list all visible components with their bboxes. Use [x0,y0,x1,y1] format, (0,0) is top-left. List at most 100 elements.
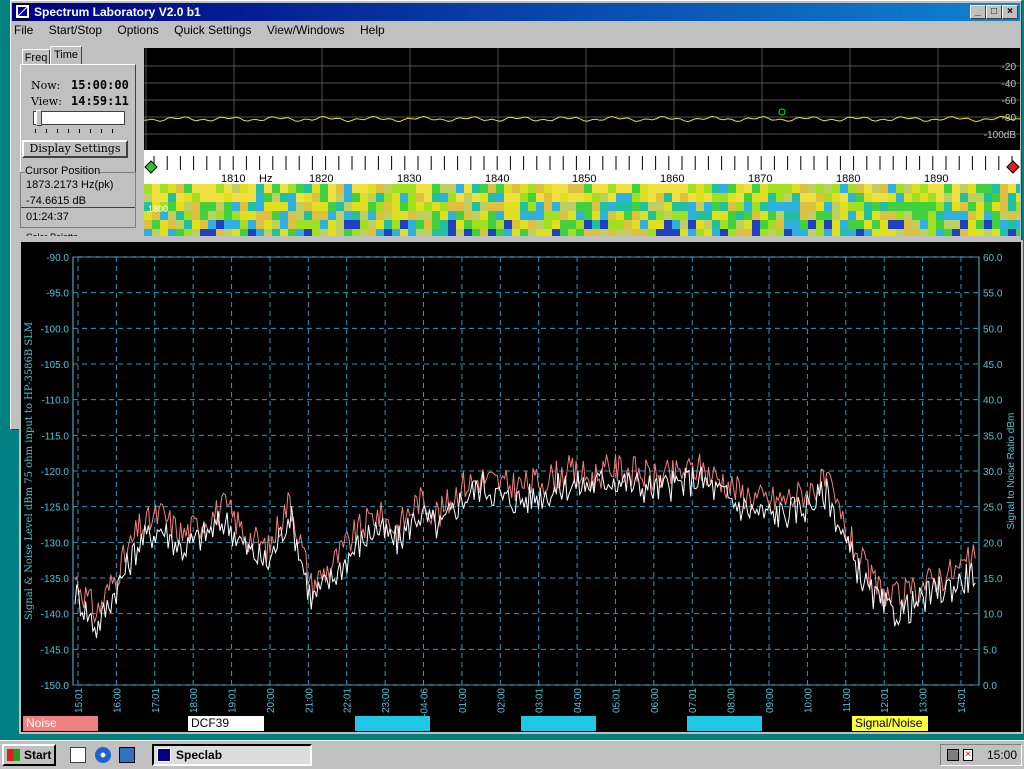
tray-clock[interactable]: 15:00 [987,748,1017,762]
waterfall-cell [296,220,304,229]
menu-quick-settings[interactable]: Quick Settings [174,23,251,37]
waterfall-cell [488,202,496,211]
waterfall-cell [1008,229,1016,238]
left-axis-tick: -115.0 [41,431,69,442]
tab-freq[interactable]: Freq [22,49,50,64]
menu-view-windows[interactable]: View/Windows [267,23,345,37]
waterfall-cell [808,220,816,229]
waterfall-cell [968,184,976,193]
outlook-icon[interactable] [119,747,135,763]
plot-window[interactable]: -90.0 60.0 -95.0 55.0 -100.0 50.0 -105.0 45.0 -1… [19,240,1023,734]
legend-slot-3[interactable] [355,716,430,731]
legend-slot-5[interactable] [687,716,762,731]
waterfall-cell [192,229,200,238]
time-scroll-slider[interactable] [33,110,125,126]
waterfall-cell [144,229,152,238]
waterfall-cell [600,220,608,229]
waterfall-cell [680,184,688,193]
waterfall-display[interactable]: 1800 [144,184,1024,238]
taskbar-speclab[interactable]: Speclab [152,744,312,766]
waterfall-cell [336,229,344,238]
waterfall-cell [376,220,384,229]
waterfall-cell [480,193,488,202]
waterfall-cell [176,193,184,202]
menu-start-stop[interactable]: Start/Stop [49,23,102,37]
legend-noise[interactable]: Noise [23,716,98,731]
waterfall-cell [976,193,984,202]
title-bar[interactable]: Spectrum Laboratory V2.0 b1 _ □ × [12,3,1020,21]
waterfall-cell [768,229,776,238]
color-palette-label: Color Palette [26,232,78,236]
now-label: Now: [31,79,61,92]
waterfall-cell [256,184,264,193]
waterfall-cell [688,202,696,211]
menu-file[interactable]: File [14,23,33,37]
show-desktop-icon[interactable] [70,747,86,763]
spectrum-db-tick: -60 [1002,96,1017,107]
tab-time[interactable]: Time [50,46,82,64]
menu-options[interactable]: Options [117,23,158,37]
legend-dcf39[interactable]: DCF39 [188,716,264,731]
waterfall-cell [728,184,736,193]
menu-help[interactable]: Help [360,23,385,37]
legend-slot-4[interactable] [521,716,596,731]
waterfall-cell [480,184,488,193]
waterfall-cell [832,229,840,238]
waterfall-cell [352,211,360,220]
waterfall-cell [224,229,232,238]
waterfall-cell [296,193,304,202]
waterfall-cell [344,211,352,220]
waterfall-cell [456,211,464,220]
maximize-button[interactable]: □ [986,5,1002,19]
close-button[interactable]: × [1002,5,1018,19]
waterfall-cell [176,220,184,229]
waterfall-cell [560,229,568,238]
freq-tick-label: 1840 [485,173,509,184]
waterfall-cell [160,193,168,202]
waterfall-cell [264,193,272,202]
waterfall-cell [440,229,448,238]
waterfall-cell [336,193,344,202]
waterfall-cell [384,202,392,211]
waterfall-cell [312,220,320,229]
waterfall-cell [344,184,352,193]
slider-thumb[interactable] [36,110,42,126]
start-label: Start [24,748,52,762]
waterfall-cell [464,184,472,193]
legend-signal-noise[interactable]: Signal/Noise [852,716,928,731]
waterfall-cell [336,211,344,220]
display-settings-button[interactable]: Display Settings [22,140,128,158]
waterfall-cell [904,202,912,211]
waterfall-cell [472,229,480,238]
waterfall-cell [368,193,376,202]
app-icon[interactable] [15,4,30,19]
waterfall-cell [328,184,336,193]
x-axis-tick: 21:00 [304,688,315,713]
waterfall-cell [432,229,440,238]
waterfall-cell [328,193,336,202]
network-icon[interactable] [947,749,959,761]
waterfall-cell [648,184,656,193]
waterfall-cell [648,193,656,202]
waterfall-cell [520,220,528,229]
waterfall-cell [296,184,304,193]
waterfall-cell [264,184,272,193]
waterfall-cell [280,184,288,193]
waterfall-cell [400,229,408,238]
minimize-button[interactable]: _ [970,5,986,19]
waterfall-cell [976,211,984,220]
waterfall-cell [312,202,320,211]
waterfall-cell [640,193,648,202]
spectrum-display[interactable]: -20 -40 -60 -80 -100dB [143,48,1021,150]
waterfall-cell [328,220,336,229]
frequency-scale[interactable]: 1810 Hz 1820 1830 1840 1850 1860 1870 1880 1890 [144,150,1020,185]
waterfall-cell [216,193,224,202]
start-button[interactable]: Start [2,744,56,766]
waterfall-cell [192,184,200,193]
waterfall-cell [280,193,288,202]
volume-muted-icon[interactable]: × [963,749,973,761]
waterfall-cell [936,211,944,220]
left-axis-tick: -145.0 [41,645,70,656]
internet-explorer-icon[interactable] [95,747,111,763]
waterfall-cell [752,220,760,229]
